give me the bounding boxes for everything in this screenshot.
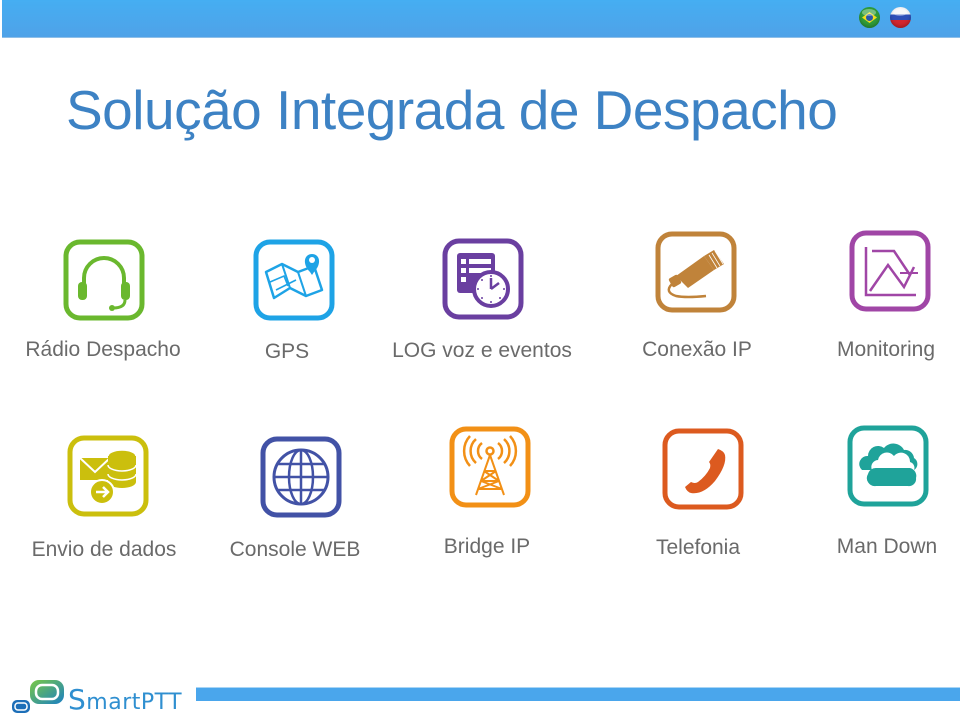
feature-tile-log[interactable] bbox=[441, 237, 525, 321]
globe-icon bbox=[260, 436, 342, 518]
feature-tile-gps[interactable] bbox=[252, 238, 336, 322]
feature-tile-monitoring[interactable] bbox=[848, 229, 932, 313]
log-clock-icon bbox=[442, 238, 524, 320]
brand-rest: martPTT bbox=[86, 690, 183, 715]
feature-tile-man-down[interactable] bbox=[846, 424, 930, 508]
radio-tower-icon bbox=[449, 426, 531, 508]
page-title: Solução Integrada de Despacho bbox=[66, 79, 838, 141]
map-pin-icon bbox=[253, 239, 335, 321]
phone-icon bbox=[662, 428, 744, 510]
feature-label: Telefonia bbox=[655, 536, 741, 559]
feature-label: Bridge IP bbox=[443, 535, 531, 558]
feature-label: Monitoring bbox=[836, 338, 936, 361]
feature-tile-ip-connection[interactable] bbox=[654, 230, 738, 314]
feature-label: Conexão IP bbox=[642, 338, 752, 361]
feature-tile-bridge-ip[interactable] bbox=[448, 425, 532, 509]
brand-name: SmartPTT bbox=[68, 683, 182, 716]
ethernet-plug-icon bbox=[655, 231, 737, 313]
russia-flag-icon[interactable] bbox=[890, 7, 911, 28]
feature-tile-radio-dispatch[interactable] bbox=[62, 238, 146, 322]
brazil-flag-icon[interactable] bbox=[859, 7, 880, 28]
feature-label: Envio de dados bbox=[31, 538, 177, 561]
feature-tile-data-sending[interactable] bbox=[66, 434, 150, 518]
brand-first-letter: S bbox=[68, 683, 87, 716]
cloud-icon bbox=[847, 425, 929, 507]
smartptt-logo-icon bbox=[12, 680, 64, 713]
feature-label: Console WEB bbox=[229, 538, 361, 561]
feature-label: Rádio Despacho bbox=[25, 338, 181, 361]
feature-label: Man Down bbox=[836, 535, 938, 558]
line-chart-icon bbox=[849, 230, 931, 312]
feature-tile-web-console[interactable] bbox=[259, 435, 343, 519]
top-bar bbox=[2, 0, 960, 38]
footer-bar bbox=[196, 687, 960, 701]
feature-label: LOG voz e eventos bbox=[392, 339, 572, 362]
flag-globe bbox=[866, 14, 873, 21]
feature-label: GPS bbox=[264, 340, 310, 363]
feature-tile-telephony[interactable] bbox=[661, 427, 745, 511]
headset-icon bbox=[63, 239, 145, 321]
mail-database-icon bbox=[67, 435, 149, 517]
